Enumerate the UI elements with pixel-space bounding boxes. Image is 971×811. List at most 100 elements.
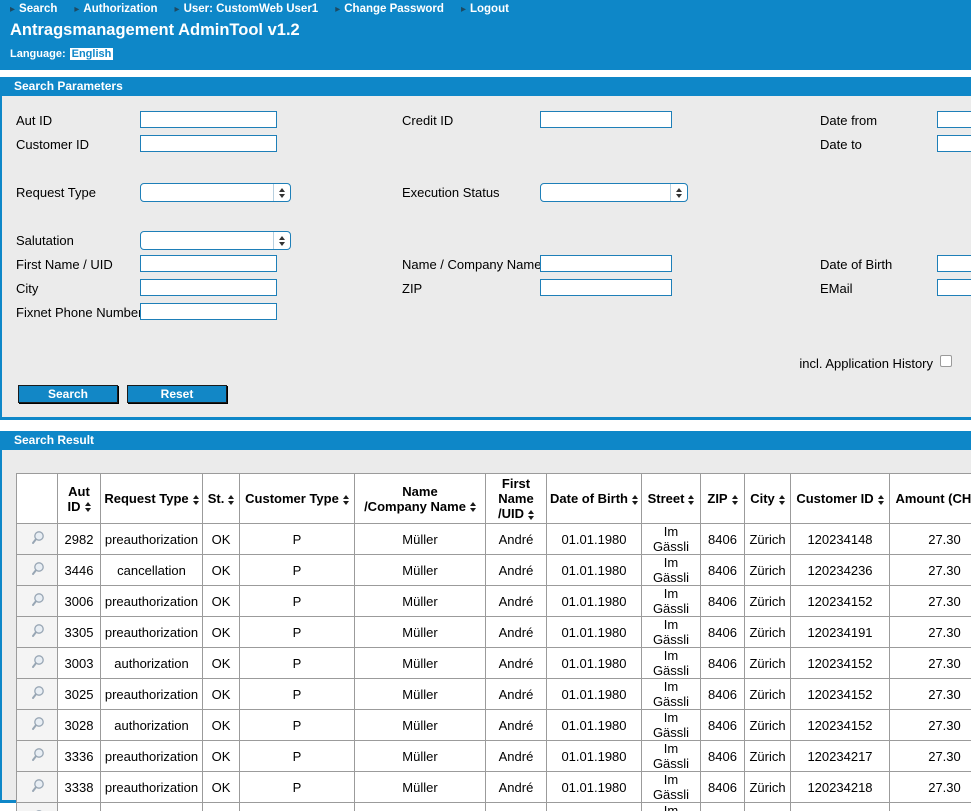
cell-first-name: André — [486, 803, 547, 811]
column-header[interactable]: Request Type — [101, 474, 203, 524]
column-header[interactable] — [17, 474, 58, 524]
cell-status: OK — [203, 555, 240, 586]
cell-city: Zürich — [745, 679, 791, 710]
fixnet-phone-number-input[interactable] — [140, 303, 277, 320]
column-header[interactable]: Amount (CHF) — [890, 474, 971, 524]
row-detail-button[interactable] — [17, 648, 58, 679]
cell-zip: 8406 — [701, 741, 745, 772]
nav-item[interactable]: ▸ User: CustomWeb User1 — [175, 3, 319, 16]
column-header[interactable]: Aut ID — [58, 474, 101, 524]
row-detail-button[interactable] — [17, 710, 58, 741]
salutation-select[interactable] — [140, 231, 291, 250]
cell-customer-type: P — [240, 772, 355, 803]
search-result-header: Search Result — [0, 431, 971, 450]
cell-aut-id: 3338 — [58, 772, 101, 803]
cell-status: OK — [203, 741, 240, 772]
row-detail-button[interactable] — [17, 803, 58, 811]
column-header[interactable]: First Name /UID — [486, 474, 547, 524]
column-header[interactable]: ZIP — [701, 474, 745, 524]
nav-item[interactable]: ▸ Logout — [461, 3, 509, 16]
cell-aut-id: 2982 — [58, 524, 101, 555]
name-company-name-label: Name / Company Name — [402, 257, 541, 272]
cell-first-name: André — [486, 772, 547, 803]
nav-item-label: Logout — [470, 3, 509, 16]
first-name-uid-input[interactable] — [140, 255, 277, 272]
column-header[interactable]: Name /Company Name — [355, 474, 486, 524]
cell-customer-type: P — [240, 586, 355, 617]
table-row: 3338 preauthorization OK P Müller André … — [17, 772, 971, 803]
zip-input[interactable] — [540, 279, 672, 296]
row-detail-button[interactable] — [17, 679, 58, 710]
city-label: City — [16, 281, 38, 296]
cell-name: Müller — [355, 586, 486, 617]
row-detail-button[interactable] — [17, 741, 58, 772]
table-row: 3446 cancellation OK P Müller André 01.0… — [17, 555, 971, 586]
email-input[interactable] — [937, 279, 971, 296]
cell-date-of-birth: 01.01.1980 — [547, 679, 642, 710]
row-detail-button[interactable] — [17, 524, 58, 555]
request-type-select[interactable] — [140, 183, 291, 202]
cell-name: Müller — [355, 679, 486, 710]
cell-customer-type: P — [240, 803, 355, 811]
cell-zip: 8406 — [701, 555, 745, 586]
cell-zip: 8406 — [701, 648, 745, 679]
column-header-label: Street — [648, 491, 685, 506]
execution-status-select[interactable] — [540, 183, 688, 202]
cell-date-of-birth: 01.01.1980 — [547, 648, 642, 679]
column-header[interactable]: Customer ID — [791, 474, 890, 524]
cell-request-type: preauthorization — [101, 741, 203, 772]
nav-item[interactable]: ▸ Search — [10, 3, 57, 16]
column-header[interactable]: Date of Birth — [547, 474, 642, 524]
cell-first-name: André — [486, 586, 547, 617]
column-header[interactable]: Street — [642, 474, 701, 524]
cell-customer-id: 120234218 — [791, 772, 890, 803]
nav-item[interactable]: ▸ Authorization — [74, 3, 157, 16]
column-header-label: Name /Company Name — [364, 484, 466, 514]
cell-customer-id: 120234236 — [791, 555, 890, 586]
search-button[interactable]: Search — [18, 385, 118, 403]
row-detail-button[interactable] — [17, 617, 58, 648]
sort-icon — [688, 495, 694, 505]
table-body: 2982 preauthorization OK P Müller André … — [17, 524, 971, 811]
date-to-label: Date to — [820, 137, 862, 152]
credit-id-input[interactable] — [540, 111, 672, 128]
date-from-input[interactable] — [937, 111, 971, 128]
cell-request-type: preauthorization — [101, 524, 203, 555]
customer-id-input[interactable] — [140, 135, 277, 152]
cell-zip: 8406 — [701, 679, 745, 710]
cell-first-name: André — [486, 555, 547, 586]
result-table-area: Aut ID Request Type St. Customer Type — [16, 473, 971, 811]
row-detail-button[interactable] — [17, 586, 58, 617]
row-detail-button[interactable] — [17, 555, 58, 586]
date-to-input[interactable] — [937, 135, 971, 152]
name-company-name-input[interactable] — [540, 255, 672, 272]
column-header[interactable]: St. — [203, 474, 240, 524]
table-header-row: Aut ID Request Type St. Customer Type — [17, 474, 971, 524]
cell-customer-id: 120234152 — [791, 710, 890, 741]
execution-status-label: Execution Status — [402, 185, 500, 200]
city-input[interactable] — [140, 279, 277, 296]
language-selected-value[interactable]: English — [70, 48, 114, 60]
email-label: EMail — [820, 281, 853, 296]
aut-id-input[interactable] — [140, 111, 277, 128]
cell-zip: 8406 — [701, 617, 745, 648]
spacer — [0, 420, 971, 431]
reset-button[interactable]: Reset — [127, 385, 227, 403]
cell-request-type: authorization — [101, 710, 203, 741]
column-header[interactable]: City — [745, 474, 791, 524]
nav-item[interactable]: ▸ Change Password — [335, 3, 444, 16]
cell-customer-type: P — [240, 679, 355, 710]
top-bar: ▸ Search ▸ Authorization ▸ User: CustomW… — [0, 0, 971, 70]
select-arrows-icon — [273, 232, 290, 249]
column-header[interactable]: Customer Type — [240, 474, 355, 524]
cell-amount: 27.30 — [890, 555, 971, 586]
date-of-birth-input[interactable] — [937, 255, 971, 272]
cell-customer-type: P — [240, 741, 355, 772]
cell-customer-id: 120234152 — [791, 679, 890, 710]
cell-name: Müller — [355, 741, 486, 772]
row-detail-button[interactable] — [17, 772, 58, 803]
customer-id-label: Customer ID — [16, 137, 89, 152]
incl-application-history-checkbox[interactable] — [940, 355, 952, 367]
nav-arrow-icon: ▸ — [10, 4, 15, 15]
language-label: Language: — [10, 48, 66, 60]
